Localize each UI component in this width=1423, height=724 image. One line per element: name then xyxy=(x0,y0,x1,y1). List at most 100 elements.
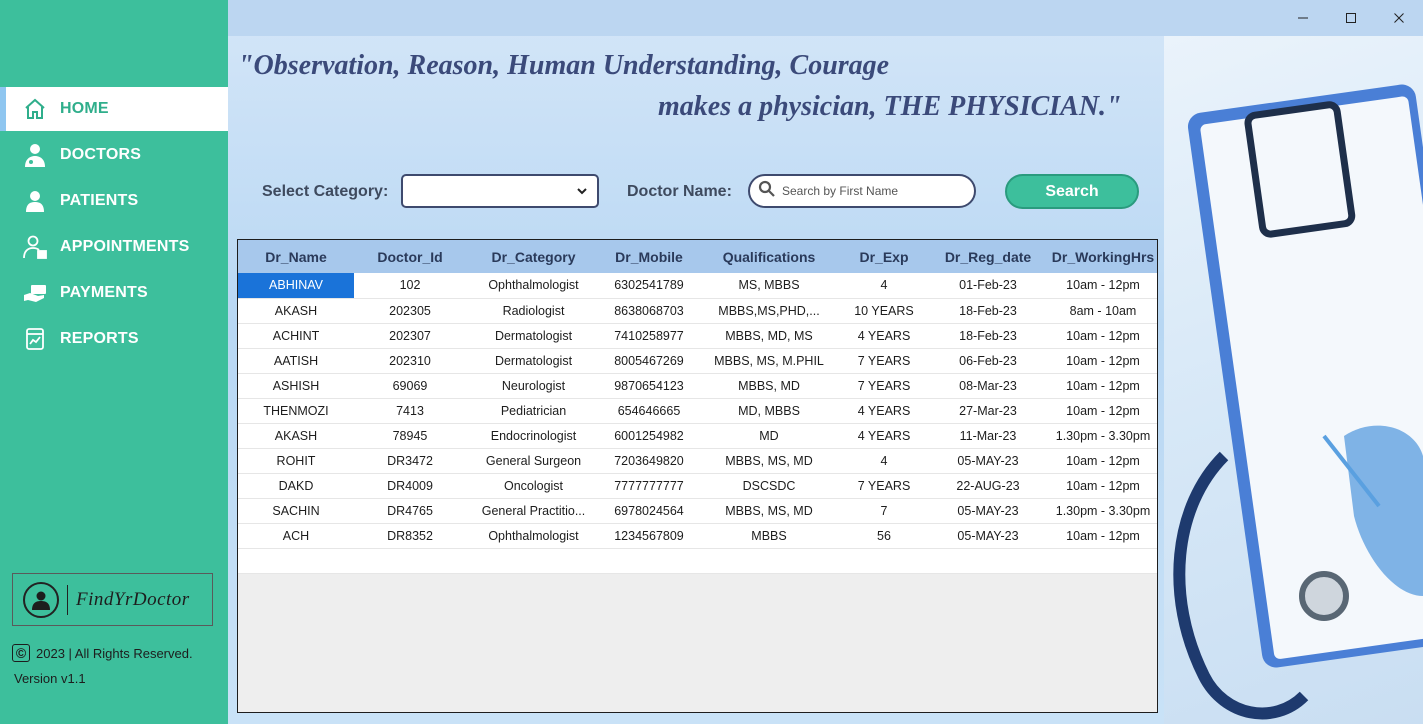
table-cell[interactable]: 10am - 12pm xyxy=(1049,398,1157,424)
table-cell[interactable]: ROHIT xyxy=(238,448,354,474)
table-row[interactable]: ASHISH 69069 Neurologist 9870654123 MBBS, MD… xyxy=(238,373,1157,399)
table-cell[interactable]: 654646665 xyxy=(601,398,697,424)
table-row[interactable]: ACH DR8352 Ophthalmologist 1234567809 MBBS 56… xyxy=(238,523,1157,549)
table-cell[interactable]: DR4765 xyxy=(354,498,466,524)
table-cell[interactable]: 4 YEARS xyxy=(841,323,927,349)
table-cell[interactable]: 22-AUG-23 xyxy=(927,473,1049,499)
table-cell[interactable]: DAKD xyxy=(238,473,354,499)
table-cell[interactable]: Ophthalmologist xyxy=(466,273,601,299)
table-cell[interactable]: 10am - 12pm xyxy=(1049,473,1157,499)
table-cell[interactable]: Ophthalmologist xyxy=(466,523,601,549)
column-header[interactable]: Dr_WorkingHrs xyxy=(1049,240,1157,273)
table-cell[interactable]: SACHIN xyxy=(238,498,354,524)
table-cell[interactable]: Radiologist xyxy=(466,298,601,324)
table-cell[interactable]: ABHINAV xyxy=(238,273,354,299)
table-cell[interactable]: Dermatologist xyxy=(466,348,601,374)
table-cell[interactable]: Pediatrician xyxy=(466,398,601,424)
column-header[interactable]: Dr_Exp xyxy=(841,240,927,273)
search-input[interactable] xyxy=(782,184,962,198)
table-cell[interactable]: AKASH xyxy=(238,423,354,449)
table-cell[interactable]: 7 YEARS xyxy=(841,348,927,374)
table-cell[interactable]: Neurologist xyxy=(466,373,601,399)
table-cell[interactable]: ASHISH xyxy=(238,373,354,399)
table-cell[interactable]: AATISH xyxy=(238,348,354,374)
table-cell[interactable]: DSCSDC xyxy=(697,473,841,499)
table-cell[interactable]: ACH xyxy=(238,523,354,549)
table-cell[interactable]: MD, MBBS xyxy=(697,398,841,424)
sidebar-item-reports[interactable]: REPORTS xyxy=(0,317,228,361)
table-cell[interactable]: 1.30pm - 3.30pm xyxy=(1049,498,1157,524)
table-cell[interactable]: 18-Feb-23 xyxy=(927,298,1049,324)
table-cell[interactable]: 7 YEARS xyxy=(841,473,927,499)
table-cell[interactable]: 102 xyxy=(354,273,466,299)
table-cell[interactable]: MBBS, MS, MD xyxy=(697,448,841,474)
table-cell[interactable]: DR8352 xyxy=(354,523,466,549)
sidebar-item-payments[interactable]: PAYMENTS xyxy=(0,271,228,315)
sidebar-item-appointments[interactable]: APPOINTMENTS xyxy=(0,225,228,269)
table-cell[interactable]: 05-MAY-23 xyxy=(927,523,1049,549)
table-cell[interactable]: MBBS, MS, MD xyxy=(697,498,841,524)
table-cell[interactable]: 78945 xyxy=(354,423,466,449)
table-cell[interactable]: 202307 xyxy=(354,323,466,349)
table-cell[interactable]: DR3472 xyxy=(354,448,466,474)
doctors-table[interactable]: Dr_Name Doctor_Id Dr_Category Dr_Mobile … xyxy=(237,239,1158,713)
column-header[interactable]: Dr_Name xyxy=(238,240,354,273)
table-cell[interactable]: 18-Feb-23 xyxy=(927,323,1049,349)
table-cell[interactable]: 69069 xyxy=(354,373,466,399)
table-cell[interactable]: 8005467269 xyxy=(601,348,697,374)
table-cell[interactable]: 202305 xyxy=(354,298,466,324)
table-cell[interactable]: 4 YEARS xyxy=(841,398,927,424)
table-cell[interactable]: 06-Feb-23 xyxy=(927,348,1049,374)
table-cell[interactable]: Endocrinologist xyxy=(466,423,601,449)
table-cell[interactable]: 6302541789 xyxy=(601,273,697,299)
minimize-icon[interactable] xyxy=(1279,0,1327,36)
table-cell[interactable]: MS, MBBS xyxy=(697,273,841,299)
search-button[interactable]: Search xyxy=(1005,174,1139,209)
table-cell[interactable]: 7410258977 xyxy=(601,323,697,349)
close-icon[interactable] xyxy=(1375,0,1423,36)
table-cell[interactable]: 7203649820 xyxy=(601,448,697,474)
table-cell[interactable]: THENMOZI xyxy=(238,398,354,424)
table-cell[interactable]: 11-Mar-23 xyxy=(927,423,1049,449)
sidebar-item-patients[interactable]: PATIENTS xyxy=(0,179,228,223)
table-cell[interactable]: 05-MAY-23 xyxy=(927,498,1049,524)
table-row[interactable]: AKASH 202305 Radiologist 8638068703 MBBS,MS,… xyxy=(238,298,1157,324)
table-cell[interactable]: 6978024564 xyxy=(601,498,697,524)
column-header[interactable]: Doctor_Id xyxy=(354,240,466,273)
table-cell[interactable]: 10am - 12pm xyxy=(1049,373,1157,399)
table-cell[interactable]: DR4009 xyxy=(354,473,466,499)
table-cell[interactable]: 10 YEARS xyxy=(841,298,927,324)
column-header[interactable]: Dr_Mobile xyxy=(601,240,697,273)
table-row[interactable]: AATISH 202310 Dermatologist 8005467269 MBBS,… xyxy=(238,348,1157,374)
table-cell[interactable]: 10am - 12pm xyxy=(1049,323,1157,349)
table-cell[interactable]: 7413 xyxy=(354,398,466,424)
maximize-icon[interactable] xyxy=(1327,0,1375,36)
table-row[interactable]: SACHIN DR4765 General Practitio... 69780245… xyxy=(238,498,1157,524)
category-select[interactable] xyxy=(401,174,599,208)
column-header[interactable]: Dr_Category xyxy=(466,240,601,273)
table-cell[interactable]: ACHINT xyxy=(238,323,354,349)
table-cell[interactable]: AKASH xyxy=(238,298,354,324)
table-row[interactable]: THENMOZI 7413 Pediatrician 654646665 MD, MBB… xyxy=(238,398,1157,424)
column-header[interactable]: Dr_Reg_date xyxy=(927,240,1049,273)
table-cell[interactable]: 6001254982 xyxy=(601,423,697,449)
table-cell[interactable]: 10am - 12pm xyxy=(1049,348,1157,374)
table-cell[interactable]: 8am - 10am xyxy=(1049,298,1157,324)
table-cell[interactable]: 7777777777 xyxy=(601,473,697,499)
table-cell[interactable]: MBBS,MS,PHD,... xyxy=(697,298,841,324)
table-row[interactable]: AKASH 78945 Endocrinologist 6001254982 MD 4 Y… xyxy=(238,423,1157,449)
table-cell[interactable]: 08-Mar-23 xyxy=(927,373,1049,399)
table-cell[interactable]: 4 xyxy=(841,273,927,299)
table-cell[interactable]: MBBS xyxy=(697,523,841,549)
table-cell[interactable]: 10am - 12pm xyxy=(1049,273,1157,299)
table-cell[interactable]: 7 xyxy=(841,498,927,524)
table-cell[interactable]: 56 xyxy=(841,523,927,549)
table-cell[interactable]: 10am - 12pm xyxy=(1049,448,1157,474)
sidebar-item-doctors[interactable]: DOCTORS xyxy=(0,133,228,177)
table-cell[interactable]: 1.30pm - 3.30pm xyxy=(1049,423,1157,449)
table-cell[interactable]: 4 xyxy=(841,448,927,474)
table-cell[interactable]: 7 YEARS xyxy=(841,373,927,399)
table-cell[interactable]: 10am - 12pm xyxy=(1049,523,1157,549)
table-cell[interactable]: MBBS, MD xyxy=(697,373,841,399)
table-row[interactable]: DAKD DR4009 Oncologist 7777777777 DSCSDC 7 YE… xyxy=(238,473,1157,499)
